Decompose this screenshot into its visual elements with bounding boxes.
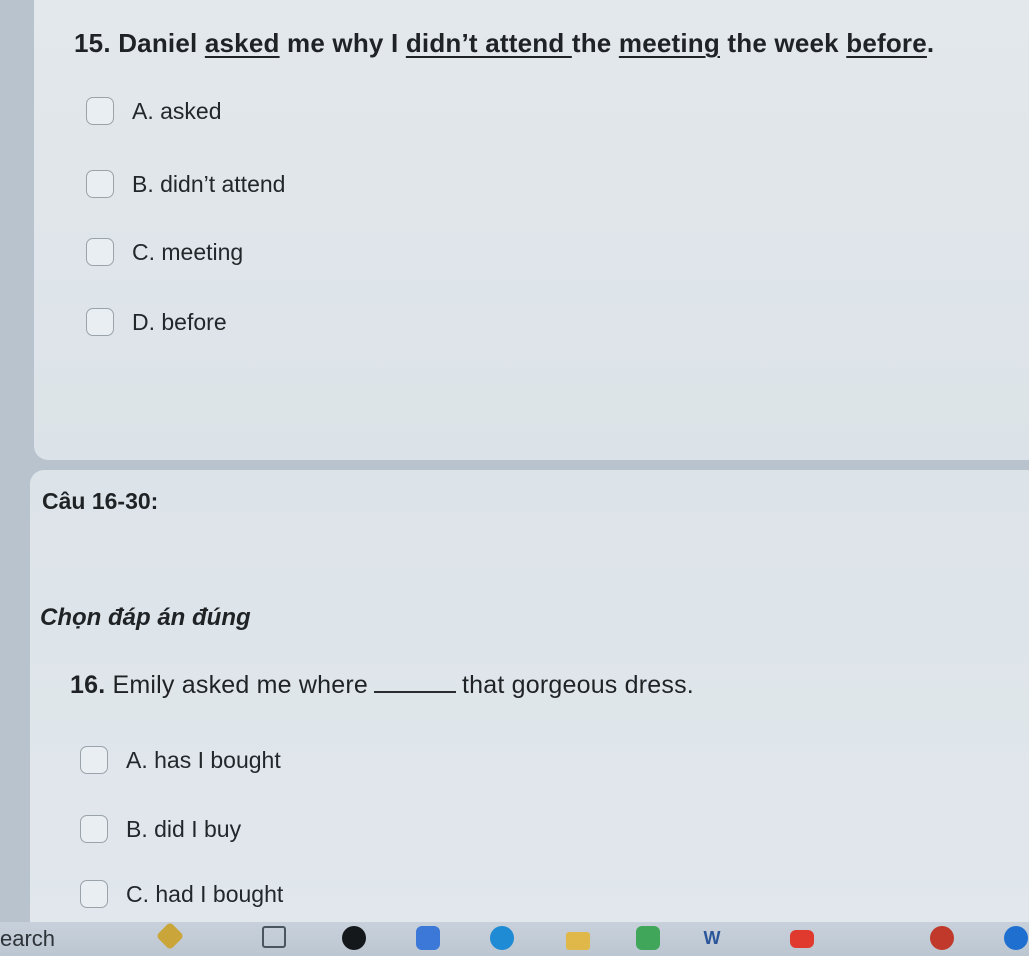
underlined-meeting: meeting [618,28,720,58]
taskbar [0,922,1029,956]
radio-button[interactable] [86,170,114,198]
q15-option-d[interactable]: D. before [86,308,227,336]
file-explorer-icon[interactable] [566,932,590,950]
answer-blank [374,691,456,693]
q15-option-c[interactable]: C. meeting [86,238,243,266]
q15-option-a[interactable]: A. asked [86,97,222,125]
q16-option-a[interactable]: A. has I bought [80,746,281,774]
radio-button[interactable] [86,238,114,266]
app-icon[interactable] [636,926,660,950]
youtube-icon[interactable] [790,930,814,948]
question-number: 16. [70,671,106,699]
q16-option-b[interactable]: B. did I buy [80,815,241,843]
option-label: C. had I bought [126,880,284,907]
option-label: B. didn’t attend [132,170,286,197]
radio-button[interactable] [86,308,114,336]
question-16-card [30,470,1029,940]
app-icon[interactable] [1004,926,1028,950]
q16-option-c[interactable]: C. had I bought [80,880,283,908]
underlined-asked: asked [204,28,280,58]
radio-button[interactable] [86,97,114,125]
section-instruction: Chọn đáp án đúng [40,604,251,631]
option-label: A. has I bought [126,746,281,773]
task-view-icon[interactable] [262,926,286,948]
radio-button[interactable] [80,746,108,774]
radio-button[interactable] [80,880,108,908]
taskbar-search[interactable]: earch [0,926,55,952]
underlined-before: before [846,28,927,58]
underlined-didnt-attend: didn’t attend [405,28,572,58]
section-heading: Câu 16-30: [42,488,159,514]
tiktok-icon[interactable] [342,926,366,950]
question-16-text: 16. Emily asked me where that gorgeous dr… [70,671,694,699]
option-label: C. meeting [132,238,244,265]
photos-icon[interactable] [416,926,440,950]
question-15-card [34,0,1029,460]
word-icon[interactable]: W [700,926,724,950]
radio-button[interactable] [80,815,108,843]
question-15-text: 15. Daniel asked me why I didn’t attend … [74,28,935,58]
option-label: D. before [132,308,227,335]
question-number: 15. [74,28,111,58]
option-label: A. asked [132,97,222,124]
edge-icon[interactable] [490,926,514,950]
app-icon[interactable] [930,926,954,950]
option-label: B. did I buy [126,815,242,842]
q15-option-b[interactable]: B. didn’t attend [86,170,285,198]
